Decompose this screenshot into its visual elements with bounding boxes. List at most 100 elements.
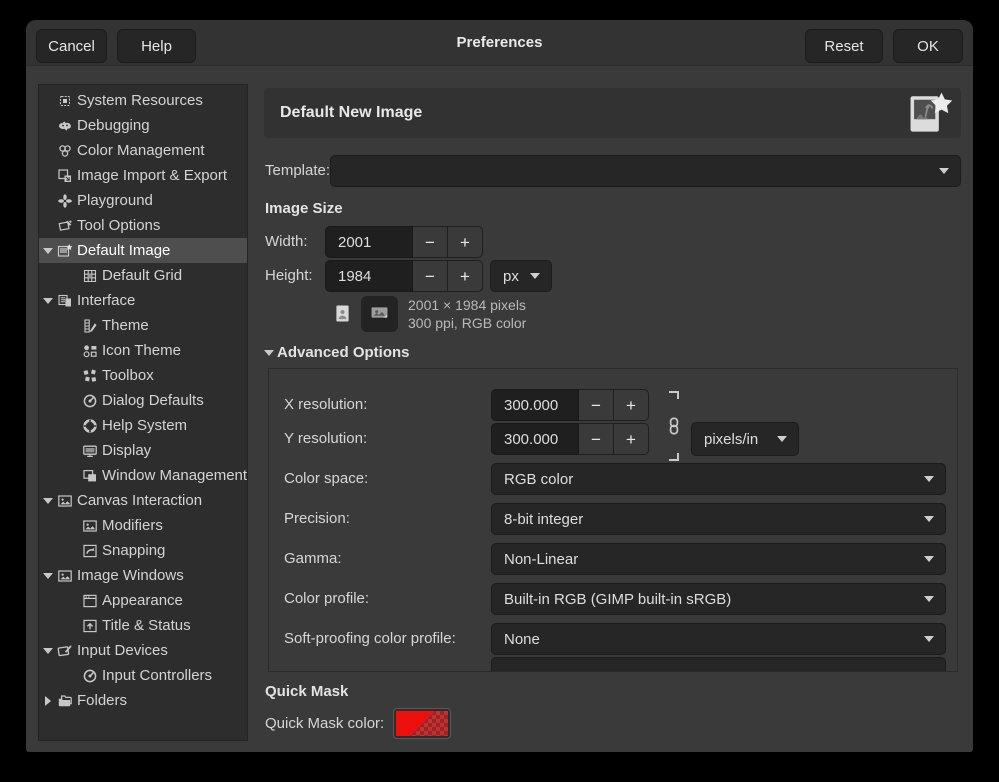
chevron-down-icon <box>924 556 934 562</box>
color-space-value: RGB color <box>504 471 916 488</box>
sidebar-item-help-system[interactable]: Help System <box>39 413 247 438</box>
sidebar-item-canvas-interaction[interactable]: Canvas Interaction <box>39 488 247 513</box>
sidebar-item-label: Appearance <box>102 592 183 609</box>
sidebar-item-display[interactable]: Display <box>39 438 247 463</box>
sidebar-item-icon-theme[interactable]: Icon Theme <box>39 338 247 363</box>
sidebar-item-window-management[interactable]: Window Management <box>39 463 247 488</box>
titlebar: Cancel Help Preferences Reset OK <box>26 20 973 66</box>
tool-options-icon <box>57 218 74 234</box>
y-resolution-decrement-button[interactable]: − <box>579 423 614 455</box>
quick-mask-color-swatch[interactable] <box>393 708 451 739</box>
sidebar-item-input-devices[interactable]: Input Devices <box>39 638 247 663</box>
sidebar-item-label: Playground <box>77 192 153 209</box>
advanced-options-frame: X resolution: − + Y resolution: − + <box>268 368 958 672</box>
sidebar-item-label: Title & Status <box>102 617 191 634</box>
sidebar-item-debugging[interactable]: Debugging <box>39 113 247 138</box>
quick-mask-color-label: Quick Mask color: <box>265 708 384 740</box>
sidebar-item-label: Debugging <box>77 117 150 134</box>
expander-open-icon[interactable] <box>43 298 53 304</box>
chevron-down-icon <box>939 168 949 174</box>
sidebar-item-image-windows[interactable]: Image Windows <box>39 563 247 588</box>
x-resolution-decrement-button[interactable]: − <box>579 389 614 421</box>
template-dropdown[interactable] <box>330 155 961 187</box>
height-spinner: − + <box>325 260 483 292</box>
expander-open-icon[interactable] <box>43 498 53 504</box>
sidebar-item-title-status[interactable]: Title & Status <box>39 613 247 638</box>
expander-open-icon[interactable] <box>43 248 53 254</box>
width-input[interactable] <box>325 226 413 258</box>
sidebar-item-tool-options[interactable]: Tool Options <box>39 213 247 238</box>
sidebar-item-input-controllers[interactable]: Input Controllers <box>39 663 247 688</box>
sidebar-item-label: System Resources <box>77 92 203 109</box>
help-icon <box>82 418 99 434</box>
image-info-line2: 300 ppi, RGB color <box>408 315 526 332</box>
expander-open-icon[interactable] <box>43 648 53 654</box>
page-header: Default New Image <box>264 88 961 138</box>
height-decrement-button[interactable]: − <box>413 260 448 292</box>
sidebar-item-label: Toolbox <box>102 367 154 384</box>
quick-mask-section-title: Quick Mask <box>265 683 348 700</box>
interface-icon <box>57 293 74 309</box>
portrait-orientation-button[interactable] <box>328 300 356 330</box>
color-management-icon <box>57 143 74 159</box>
height-increment-button[interactable]: + <box>448 260 483 292</box>
snapping-icon <box>82 543 99 559</box>
landscape-orientation-button[interactable] <box>361 296 398 332</box>
height-label: Height: <box>265 260 313 292</box>
soft-proofing-color-profile-dropdown[interactable]: None <box>491 623 946 655</box>
precision-dropdown[interactable]: 8-bit integer <box>491 503 946 535</box>
x-resolution-label: X resolution: <box>284 389 367 421</box>
advanced-options-title: Advanced Options <box>277 344 410 361</box>
expander-open-icon[interactable] <box>43 573 53 579</box>
sidebar-item-dialog-defaults[interactable]: Dialog Defaults <box>39 388 247 413</box>
height-input[interactable] <box>325 260 413 292</box>
width-decrement-button[interactable]: − <box>413 226 448 258</box>
sidebar-item-system-resources[interactable]: System Resources <box>39 88 247 113</box>
sidebar-item-theme[interactable]: Theme <box>39 313 247 338</box>
advanced-options-expander[interactable]: Advanced Options <box>264 344 410 361</box>
color-profile-value: Built-in RGB (GIMP built-in sRGB) <box>504 591 916 608</box>
x-resolution-input[interactable] <box>491 389 579 421</box>
sidebar-item-label: Dialog Defaults <box>102 392 204 409</box>
chevron-down-icon <box>924 516 934 522</box>
gamma-dropdown[interactable]: Non-Linear <box>491 543 946 575</box>
chip-icon <box>57 93 74 109</box>
sidebar-item-snapping[interactable]: Snapping <box>39 538 247 563</box>
sidebar-tree: System Resources Debugging Color Managemen… <box>38 84 248 741</box>
width-increment-button[interactable]: + <box>448 226 483 258</box>
resolution-chain-toggle[interactable] <box>665 391 683 461</box>
portrait-page-icon <box>335 304 350 326</box>
reset-button[interactable]: Reset <box>805 29 883 63</box>
sidebar-item-interface[interactable]: Interface <box>39 288 247 313</box>
expander-closed-icon[interactable] <box>45 696 51 706</box>
chain-link-icon <box>668 417 680 435</box>
resolution-unit-dropdown[interactable]: pixels/in <box>691 422 799 456</box>
chevron-down-icon <box>924 636 934 642</box>
sidebar-item-appearance[interactable]: Appearance <box>39 588 247 613</box>
y-resolution-increment-button[interactable]: + <box>614 423 649 455</box>
windows-icon <box>82 468 99 484</box>
sidebar-item-toolbox[interactable]: Toolbox <box>39 363 247 388</box>
preferences-dialog: Cancel Help Preferences Reset OK System … <box>26 20 973 752</box>
sidebar-item-label: Tool Options <box>77 217 160 234</box>
sidebar-item-folders[interactable]: Folders <box>39 688 247 713</box>
image-icon <box>57 493 74 509</box>
sidebar-item-modifiers[interactable]: Modifiers <box>39 513 247 538</box>
color-space-dropdown[interactable]: RGB color <box>491 463 946 495</box>
y-resolution-input[interactable] <box>491 423 579 455</box>
gamma-label: Gamma: <box>284 543 342 575</box>
ok-button[interactable]: OK <box>893 29 963 63</box>
x-resolution-increment-button[interactable]: + <box>614 389 649 421</box>
color-profile-dropdown[interactable]: Built-in RGB (GIMP built-in sRGB) <box>491 583 946 615</box>
clipped-dropdown[interactable] <box>491 657 946 672</box>
sidebar-item-image-import-export[interactable]: Image Import & Export <box>39 163 247 188</box>
size-unit-dropdown[interactable]: px <box>490 260 552 292</box>
display-icon <box>82 443 99 459</box>
sidebar-item-playground[interactable]: Playground <box>39 188 247 213</box>
dial-icon <box>82 668 99 684</box>
image-icon <box>57 568 74 584</box>
sidebar-item-default-grid[interactable]: Default Grid <box>39 263 247 288</box>
sidebar-item-color-management[interactable]: Color Management <box>39 138 247 163</box>
sidebar-item-default-image[interactable]: Default Image <box>39 238 247 263</box>
main-panel: Default New Image Template: Image Size W… <box>264 88 961 760</box>
